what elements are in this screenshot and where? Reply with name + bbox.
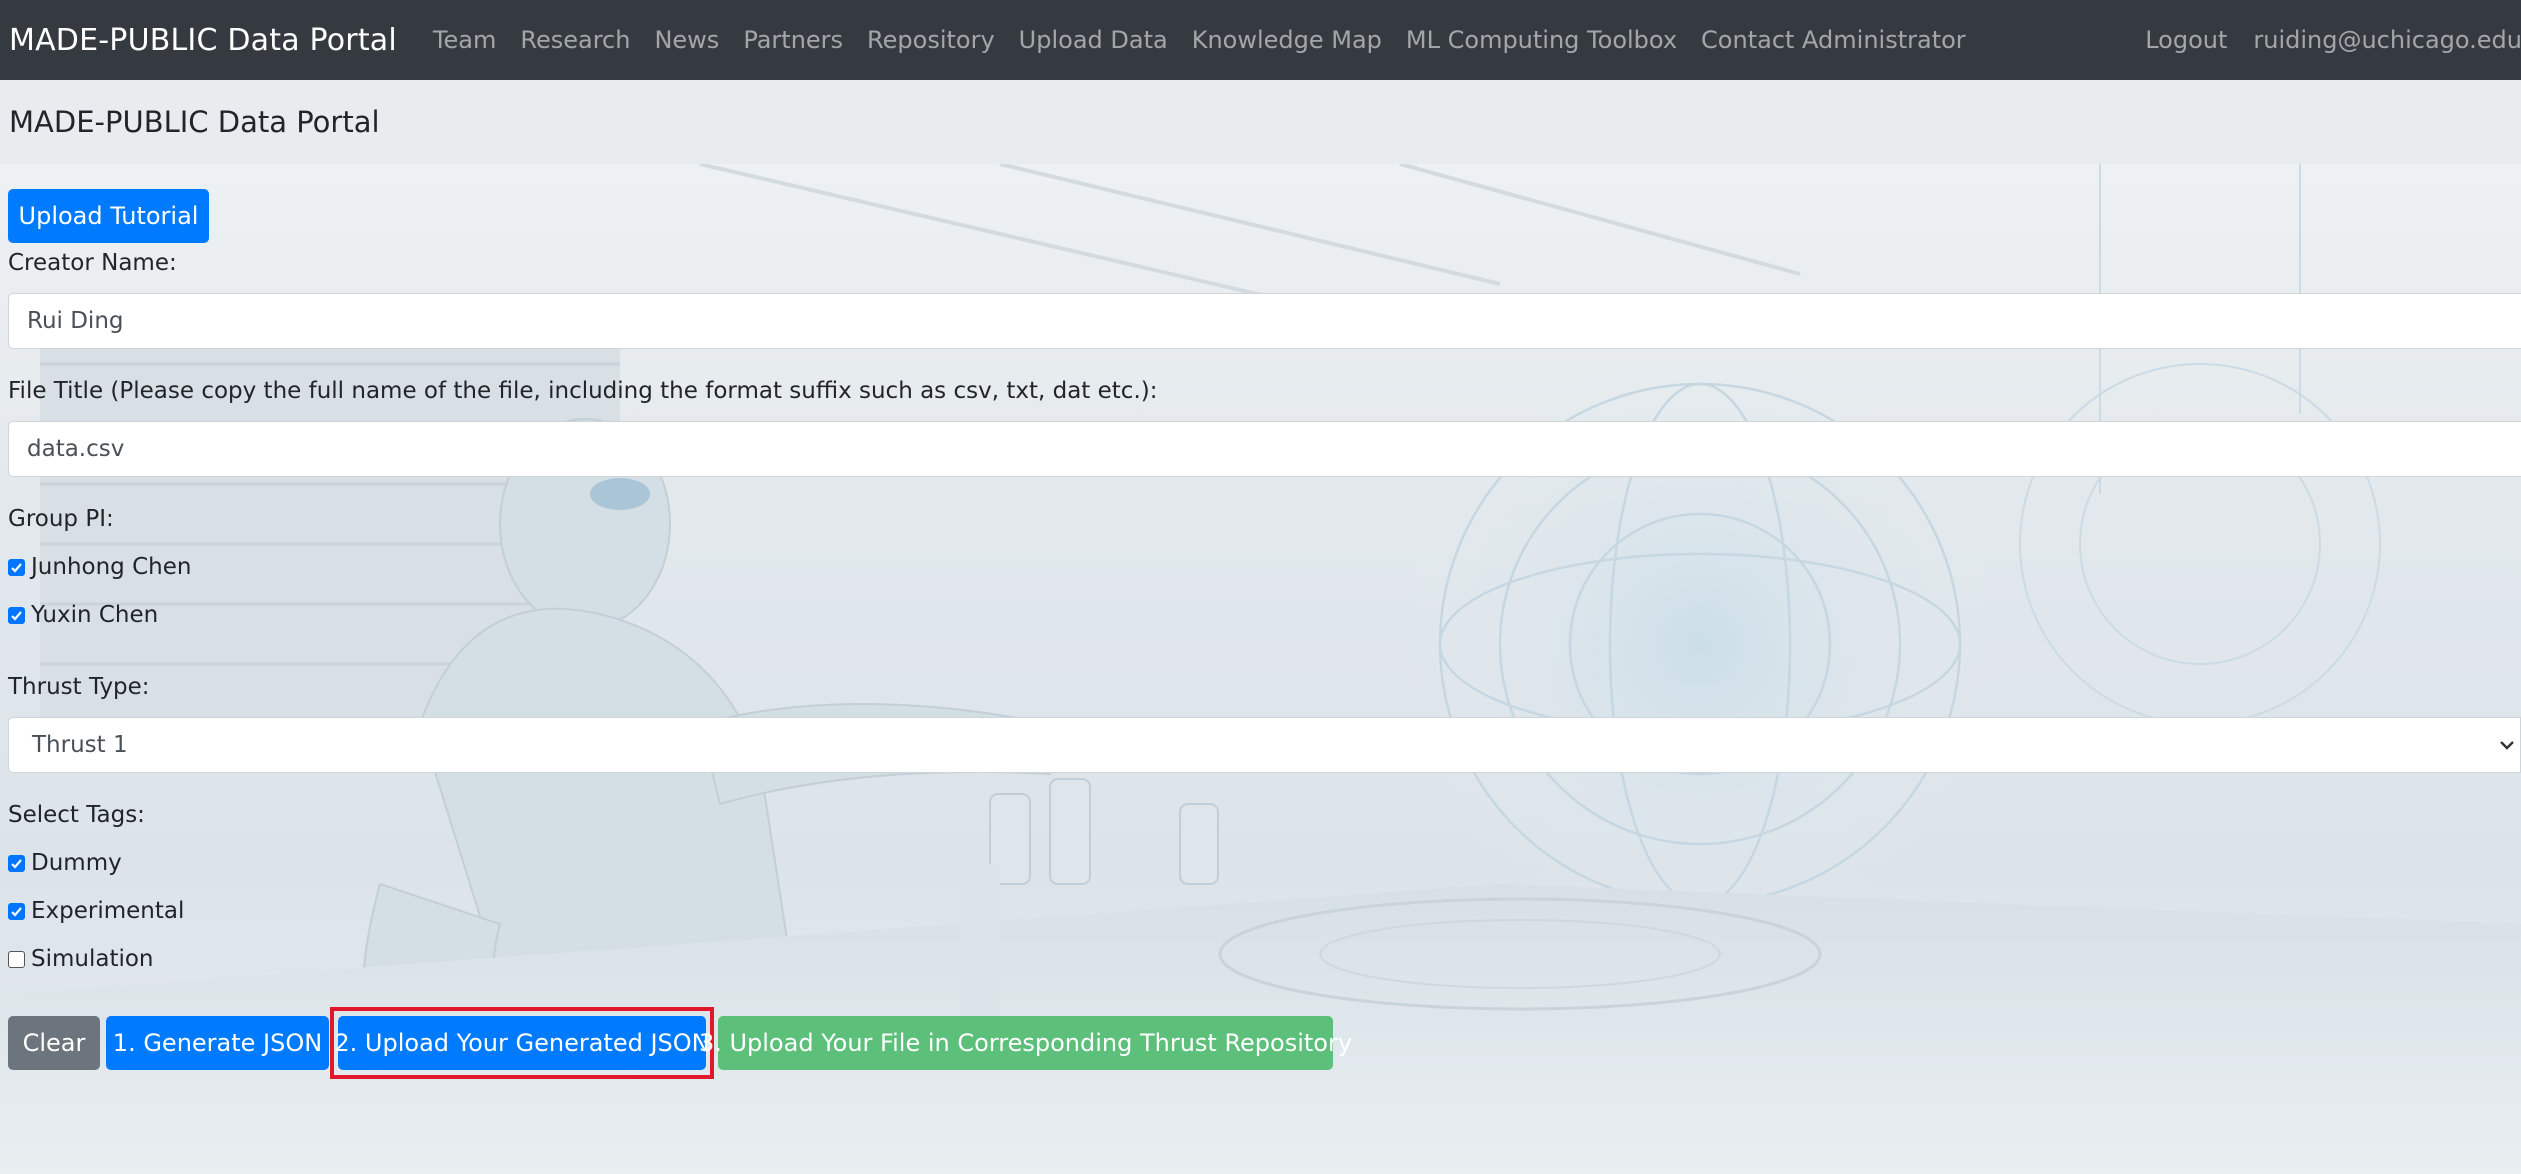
user-email-link[interactable]: ruiding@uchicago.edu [2253, 26, 2521, 54]
page-title: MADE-PUBLIC Data Portal [9, 105, 380, 139]
nav-link-partners[interactable]: Partners [743, 26, 843, 54]
upload-file-thrust-repository-button[interactable]: 3. Upload Your File in Corresponding Thr… [699, 1016, 1352, 1070]
navbar-brand[interactable]: MADE-PUBLIC Data Portal [9, 23, 397, 58]
nav-link-research[interactable]: Research [520, 26, 630, 54]
creator-name-label: Creator Name: [8, 250, 177, 276]
group-pi-option-label: Junhong Chen [31, 554, 192, 580]
generate-json-button[interactable]: 1. Generate JSON [106, 1016, 329, 1070]
logout-link[interactable]: Logout [2145, 26, 2227, 54]
tag-option-experimental[interactable]: Experimental [8, 898, 184, 924]
tag-option-simulation[interactable]: Simulation [8, 946, 154, 972]
nav-link-upload-data[interactable]: Upload Data [1019, 26, 1168, 54]
chevron-down-icon [2500, 741, 2514, 750]
checkbox-checked[interactable] [8, 902, 25, 920]
page-header: MADE-PUBLIC Data Portal [0, 80, 2521, 164]
group-pi-option-junhong-chen[interactable]: Junhong Chen [8, 554, 191, 580]
tag-option-label: Simulation [31, 946, 154, 972]
nav-right: Logout ruiding@uchicago.edu [2119, 26, 2521, 54]
checkbox-checked[interactable] [8, 854, 25, 872]
checkbox-checked[interactable] [8, 606, 25, 624]
nav-link-ml-computing-toolbox[interactable]: ML Computing Toolbox [1406, 26, 1677, 54]
group-pi-label: Group PI: [8, 506, 114, 532]
check-icon [11, 906, 22, 917]
upload-tutorial-button[interactable]: Upload Tutorial [8, 189, 209, 243]
nav-link-news[interactable]: News [654, 26, 719, 54]
upload-form: Upload Tutorial Creator Name: File Title… [0, 164, 2521, 1174]
creator-name-input[interactable] [8, 293, 2521, 349]
tag-option-dummy[interactable]: Dummy [8, 850, 122, 876]
nav-link-repository[interactable]: Repository [867, 26, 995, 54]
checkbox-checked[interactable] [8, 558, 25, 576]
thrust-type-select[interactable]: Thrust 1 [8, 717, 2521, 773]
nav-link-team[interactable]: Team [433, 26, 496, 54]
nav-links: Team Research News Partners Repository U… [433, 26, 1990, 54]
check-icon [11, 610, 22, 621]
upload-generated-json-button[interactable]: 2. Upload Your Generated JSON [334, 1016, 710, 1070]
nav-link-knowledge-map[interactable]: Knowledge Map [1192, 26, 1382, 54]
tag-option-label: Dummy [31, 850, 122, 876]
tag-option-label: Experimental [31, 898, 185, 924]
nav-link-contact-administrator[interactable]: Contact Administrator [1701, 26, 1966, 54]
check-icon [11, 858, 22, 869]
checkbox-unchecked[interactable] [8, 950, 25, 968]
thrust-type-selected-value: Thrust 1 [32, 732, 128, 758]
select-tags-label: Select Tags: [8, 802, 145, 828]
top-navbar: MADE-PUBLIC Data Portal Team Research Ne… [0, 0, 2521, 80]
group-pi-option-yuxin-chen[interactable]: Yuxin Chen [8, 602, 158, 628]
clear-button[interactable]: Clear [8, 1016, 100, 1070]
file-title-input[interactable] [8, 421, 2521, 477]
upload-form-section: Upload Tutorial Creator Name: File Title… [0, 164, 2521, 1174]
group-pi-option-label: Yuxin Chen [31, 602, 159, 628]
check-icon [11, 562, 22, 573]
file-title-label: File Title (Please copy the full name of… [8, 378, 1158, 404]
thrust-type-label: Thrust Type: [8, 674, 150, 700]
